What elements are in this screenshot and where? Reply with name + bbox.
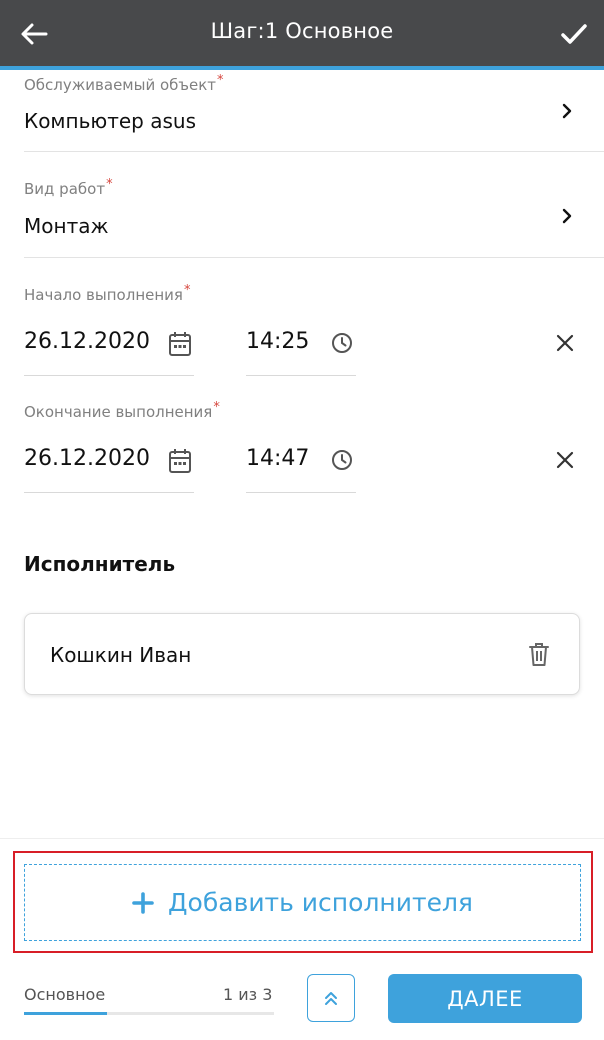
step-progress-track: [24, 1012, 274, 1015]
next-button-label: ДАЛЕЕ: [447, 986, 523, 1011]
start-label: Начало выполнения*: [24, 283, 191, 304]
work-type-field[interactable]: Вид работ* Монтаж: [0, 176, 604, 258]
next-button[interactable]: ДАЛЕЕ: [388, 974, 582, 1023]
confirm-button[interactable]: [554, 14, 594, 54]
time-underline: [246, 492, 356, 493]
time-underline: [246, 375, 356, 376]
divider: [24, 151, 604, 152]
date-underline: [24, 492, 194, 493]
step-name: Основное: [24, 985, 106, 1004]
required-mark: *: [106, 177, 113, 192]
check-icon: [561, 24, 587, 44]
clock-icon[interactable]: [331, 332, 353, 354]
required-mark: *: [213, 400, 220, 415]
calendar-icon[interactable]: [168, 448, 192, 474]
serviced-object-field[interactable]: Обслуживаемый объект* Компьютер asus: [0, 70, 604, 152]
executor-card[interactable]: Кошкин Иван: [24, 613, 580, 695]
serviced-object-value: Компьютер asus: [24, 109, 197, 133]
end-date-input[interactable]: 26.12.2020: [24, 446, 150, 471]
date-underline: [24, 375, 194, 376]
end-label: Окончание выполнения*: [24, 400, 220, 421]
scroll-up-button[interactable]: [307, 974, 355, 1022]
add-executor-button[interactable]: Добавить исполнителя: [24, 864, 581, 941]
clock-icon[interactable]: [331, 449, 353, 471]
trash-icon[interactable]: [527, 641, 551, 667]
double-chevron-up-icon: [325, 992, 337, 1005]
serviced-object-label: Обслуживаемый объект*: [24, 73, 224, 94]
start-date-input[interactable]: 26.12.2020: [24, 329, 150, 354]
calendar-icon[interactable]: [168, 331, 192, 357]
executor-name: Кошкин Иван: [50, 643, 192, 667]
app-bar: Шаг:1 Основное: [0, 0, 604, 66]
end-time-input[interactable]: 14:47: [246, 446, 309, 471]
end-datetime-row: 26.12.2020 14:47: [0, 446, 604, 494]
work-type-label: Вид работ*: [24, 177, 113, 198]
executors-section-title: Исполнитель: [24, 552, 176, 576]
divider: [24, 257, 604, 258]
work-type-value: Монтаж: [24, 214, 109, 238]
close-icon[interactable]: [556, 451, 574, 469]
plus-icon: [132, 891, 154, 914]
close-icon[interactable]: [556, 334, 574, 352]
page-title: Шаг:1 Основное: [210, 19, 394, 43]
chevron-right-icon: [562, 103, 572, 119]
add-executor-label: Добавить исполнителя: [168, 888, 473, 917]
step-progress-fill: [24, 1012, 107, 1015]
step-counter: 1 из 3: [223, 985, 273, 1004]
chevron-right-icon: [562, 208, 572, 224]
required-mark: *: [183, 283, 191, 298]
required-mark: *: [217, 73, 224, 88]
start-time-input[interactable]: 14:25: [246, 329, 309, 354]
start-datetime-row: 26.12.2020 14:25: [0, 329, 604, 377]
